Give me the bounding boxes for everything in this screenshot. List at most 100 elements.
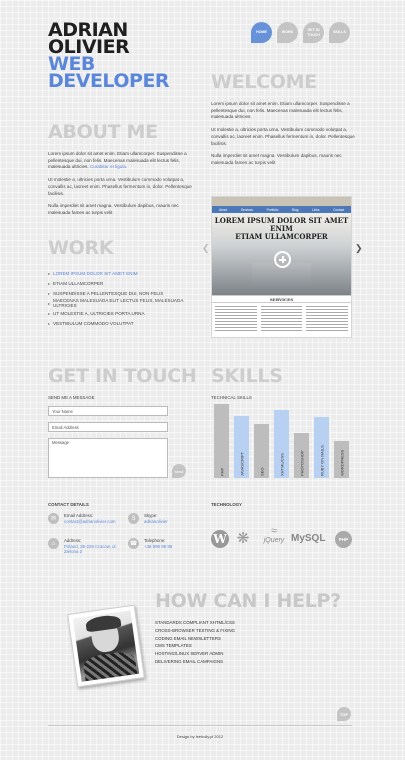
preview-headline-1: LOREM IPSUM DOLOR SIT AMET ENIM <box>214 216 349 233</box>
contact-skype: S Skype: adrianolivier <box>128 513 168 524</box>
main-nav: HOME WORK GET IN TOUCH SKILLS <box>251 22 350 43</box>
work-item-label: UT MOLESTIE A, ULTRICIES PORTA URNA <box>53 310 145 316</box>
back-to-top-button[interactable]: TOP <box>337 707 351 721</box>
work-item-label: MAECENAS MALESUADA ELIT LECTUS FELIS, MA… <box>53 298 184 308</box>
work-heading: WORK <box>48 237 114 259</box>
footer-divider <box>48 725 352 726</box>
work-item[interactable]: ▸ SUSPENDISSE A PELLENTESQUE DUI, NON FEL… <box>48 288 198 298</box>
work-item[interactable]: ▸ MAECENAS MALESUADA ELIT LECTUS FELIS, M… <box>48 298 198 308</box>
nav-work[interactable]: WORK <box>277 22 298 43</box>
skype-icon: S <box>128 513 139 524</box>
contact-phone-text: Telephone: +48 999 99 99 <box>144 538 172 549</box>
welcome-p1: Lorem ipsum dolor sit amet enim. Etiam u… <box>211 101 350 120</box>
arrow-right-icon: ▸ <box>48 290 51 296</box>
work-item-label: ETIAM ULLAMCORPER <box>53 280 104 286</box>
footer-credit: Design by leeholly.pl 2012 <box>176 734 224 739</box>
skill-bar-label: RUBY ON RAILS <box>319 445 324 476</box>
work-item[interactable]: ▸ VESTIBULUM COMMODO VOLUTPAT <box>48 318 198 328</box>
preview-headline-2: ETIAM ULLAMCORPER <box>235 232 328 241</box>
help-item: CROSS-BROWSER TESTING & FIXING <box>155 627 235 633</box>
technology-heading: TECHNOLOGY <box>211 502 242 507</box>
phone-value: +48 999 99 99 <box>144 543 173 549</box>
welcome-p3: Nulla imperdiet sit amet magna. Vestibul… <box>211 153 342 165</box>
jquery-label: jQuery <box>263 537 285 544</box>
profile-photo <box>67 604 145 688</box>
message-field[interactable]: Message <box>48 438 168 478</box>
skill-bar-label: JAVASCRIPT <box>239 451 244 476</box>
work-item[interactable]: ▸ UT MOLESTIE A, ULTRICIES PORTA URNA <box>48 308 198 318</box>
preview-services: SERVICES <box>212 295 351 303</box>
prev-arrow-icon[interactable]: ❮ <box>202 243 210 254</box>
skill-bar: XHTML/CSS <box>274 410 289 478</box>
skill-bar: RUBY ON RAILS <box>314 417 329 478</box>
preview-columns <box>212 303 351 335</box>
preview-nav: About Services Portfolio Blog Links Cont… <box>212 206 351 213</box>
preview-nav-item: Contact <box>333 207 345 212</box>
send-button[interactable]: send <box>172 464 186 478</box>
contact-details: ✉ Email Address: contact@adrianolivier.c… <box>48 513 208 583</box>
preview-hero: LOREM IPSUM DOLOR SIT AMET ENIM ETIAM UL… <box>212 213 351 295</box>
skills-heading: SKILLS <box>211 365 283 387</box>
preview-col <box>215 306 257 332</box>
nav-home[interactable]: HOME <box>251 22 272 43</box>
skill-bar-label: PHOTOSHOP <box>299 450 304 477</box>
zoom-icon[interactable] <box>274 251 291 268</box>
nav-skills[interactable]: SKILLS <box>329 22 350 43</box>
about-p1: Lorem ipsum dolor sit amet enim. Etiam u… <box>48 151 193 171</box>
php-icon: PHP <box>335 531 352 548</box>
mysql-icon: MySQL <box>291 533 326 544</box>
preview-col <box>306 306 349 332</box>
name-field[interactable]: Your Name <box>48 406 168 416</box>
about-text: Lorem ipsum dolor sit amet enim. Etiam u… <box>48 151 193 217</box>
work-preview[interactable]: About Services Portfolio Blog Links Cont… <box>211 196 352 338</box>
contact-address-text: Address: Poland, 39-229 Cracow, ul. Ziel… <box>64 538 122 555</box>
skill-bar-label: PHP <box>219 467 224 476</box>
preview-topbar <box>212 197 351 206</box>
email-field[interactable]: Email Address <box>48 422 168 432</box>
site-name: ADRIAN OLIVIER WEB DEVELOPER <box>48 21 170 92</box>
work-item[interactable]: ▸ ETIAM ULLAMCORPER <box>48 278 198 288</box>
technology-logos: W ❋ ≈ jQuery MySQL PHP <box>211 524 356 554</box>
preview-nav-item: Portfolio <box>266 207 279 212</box>
get-in-touch-heading: GET IN TOUCH <box>48 365 197 387</box>
arrow-right-icon: ▸ <box>48 270 51 276</box>
skill-bar-label: SEO <box>259 467 264 476</box>
email-icon: ✉ <box>48 513 59 524</box>
work-item-label: LOREM IPSUM DOLOR SIT AMET ENIM <box>53 270 138 276</box>
help-item: STANDARDS COMPLIANT XHTML/CSS <box>155 620 235 625</box>
skill-bar: PHP <box>214 404 229 478</box>
nav-get-in-touch[interactable]: GET IN TOUCH <box>303 22 324 43</box>
contact-address: ⌂ Address: Poland, 39-229 Cracow, ul. Zi… <box>48 538 122 555</box>
jquery-icon: ≈ jQuery <box>257 526 291 552</box>
welcome-p2: Ut molestie a, ultricies porta urna. Ves… <box>211 127 355 146</box>
work-list: ▸ LOREM IPSUM DOLOR SIT AMET ENIM ▸ ETIAM … <box>48 268 198 328</box>
next-arrow-icon[interactable]: ❯ <box>355 243 363 254</box>
work-item[interactable]: ▸ LOREM IPSUM DOLOR SIT AMET ENIM <box>48 268 198 278</box>
title-line2: DEVELOPER <box>48 70 170 92</box>
contact-skype-text: Skype: adrianolivier <box>144 513 168 524</box>
welcome-heading: WELCOME <box>211 71 317 93</box>
wordpress-icon: W <box>211 530 229 548</box>
email-value[interactable]: contact@adrianolivier.com <box>64 519 116 525</box>
skype-value[interactable]: adrianolivier <box>144 519 168 525</box>
help-item: CODING EMAIL NEWSLETTERS <box>155 635 221 641</box>
arrow-right-icon: ▸ <box>48 280 51 286</box>
skill-bar: WORDPRESS <box>334 441 349 478</box>
skills-chart: PHP JAVASCRIPT SEO XHTML/CSS PHOTOSHOP RUBY O… <box>214 404 354 478</box>
address-value: Poland, 39-229 Cracow, ul. Zielona 2 <box>64 543 117 555</box>
help-heading: HOW CAN I HELP? <box>155 590 341 612</box>
avatar-scarf <box>82 650 138 682</box>
arrow-right-icon: ▸ <box>48 300 51 306</box>
about-link[interactable]: Curabitur et ligula. <box>90 164 127 169</box>
help-item: DELIVERING EMAIL CAMPAIGNS <box>155 658 224 664</box>
contact-email-text: Email Address: contact@adrianolivier.com <box>64 513 116 524</box>
jquery-swirl: ≈ <box>270 525 278 537</box>
help-list: STANDARDS COMPLIANT XHTML/CSS CROSS-BROW… <box>155 620 305 667</box>
technical-skills-subheading: TECHNICAL SKILLS <box>211 395 252 400</box>
preview-col <box>260 306 303 332</box>
preview-nav-item: Links <box>312 207 320 212</box>
skill-bar-label: WORDPRESS <box>339 449 344 476</box>
preview-nav-item: Services <box>240 207 254 212</box>
contact-details-heading: CONTACT DETAILS <box>48 502 89 507</box>
about-p2: Ut molestie a, ultricies porta urna. Ves… <box>48 177 192 196</box>
